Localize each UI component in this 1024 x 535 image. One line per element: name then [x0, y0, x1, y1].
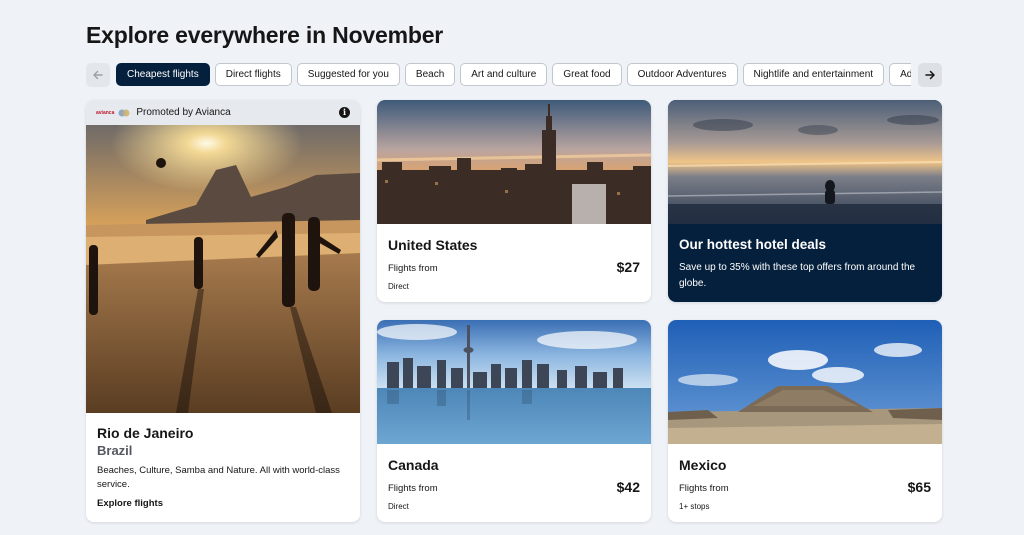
teotihuacan-pyramid-image	[668, 320, 942, 444]
info-icon[interactable]: i	[339, 107, 350, 118]
destination-stops: 1+ stops	[679, 502, 710, 511]
destination-name: Canada	[388, 457, 439, 473]
chip-nightlife-and-entertainment[interactable]: Nightlife and entertainment	[742, 63, 885, 86]
hotel-deals-title: Our hottest hotel deals	[679, 237, 827, 252]
chips-prev-button[interactable]	[86, 63, 110, 87]
filter-chip-bar: Cheapest flights Direct flights Suggeste…	[86, 63, 942, 87]
chip-beach[interactable]: Beach	[404, 63, 456, 86]
chip-direct-flights[interactable]: Direct flights	[214, 63, 292, 86]
destination-card-united-states[interactable]: United States Flights from $27 Direct	[377, 100, 651, 302]
page-heading: Explore everywhere in November	[86, 22, 444, 48]
destination-price: $65	[907, 479, 931, 495]
destination-name: United States	[388, 237, 478, 253]
promoted-city: Rio de Janeiro	[97, 425, 194, 441]
chips-next-button[interactable]	[918, 63, 942, 87]
partner-badge-icon	[118, 109, 130, 116]
flights-from-label: Flights from	[388, 263, 438, 274]
arrow-right-icon	[925, 70, 935, 80]
flights-from-label: Flights from	[679, 483, 729, 494]
infinity-pool-image	[668, 100, 942, 224]
promoted-country: Brazil	[97, 443, 133, 458]
destination-price: $42	[616, 479, 640, 495]
chip-row: Cheapest flights Direct flights Suggeste…	[116, 63, 911, 87]
promoted-destination-card[interactable]: avianca Promoted by Avianca i Rio de Jan…	[86, 100, 360, 522]
promoted-description: Beaches, Culture, Samba and Nature. All …	[97, 465, 340, 490]
destination-stops: Direct	[388, 502, 409, 511]
flights-from-label: Flights from	[388, 483, 438, 494]
new-york-skyline-image	[377, 100, 651, 224]
hotel-deals-description: Save up to 35% with these top offers fro…	[679, 262, 916, 289]
chip-cheapest-flights[interactable]: Cheapest flights	[116, 63, 210, 86]
chip-adventure[interactable]: Adventure	[889, 63, 911, 86]
chip-suggested-for-you[interactable]: Suggested for you	[296, 63, 400, 86]
promoted-bar: avianca Promoted by Avianca i	[86, 100, 360, 125]
promoted-label: Promoted by Avianca	[136, 107, 231, 118]
explore-flights-link[interactable]: Explore flights	[97, 498, 349, 509]
destination-stops: Direct	[388, 282, 409, 291]
destination-price: $27	[616, 259, 640, 275]
arrow-left-icon	[93, 70, 103, 80]
destination-name: Mexico	[679, 457, 727, 473]
chip-great-food[interactable]: Great food	[552, 63, 622, 86]
chip-outdoor-adventures[interactable]: Outdoor Adventures	[626, 63, 738, 86]
rio-beach-image	[86, 125, 360, 413]
chip-art-and-culture[interactable]: Art and culture	[460, 63, 548, 86]
hotel-deals-card[interactable]: Our hottest hotel deals Save up to 35% w…	[668, 100, 942, 302]
avianca-logo: avianca	[96, 109, 115, 116]
promoted-body: Rio de Janeiro Brazil Beaches, Culture, …	[97, 425, 349, 509]
destination-card-canada[interactable]: Canada Flights from $42 Direct	[377, 320, 651, 522]
destination-card-mexico[interactable]: Mexico Flights from $65 1+ stops	[668, 320, 942, 522]
toronto-skyline-image	[377, 320, 651, 444]
